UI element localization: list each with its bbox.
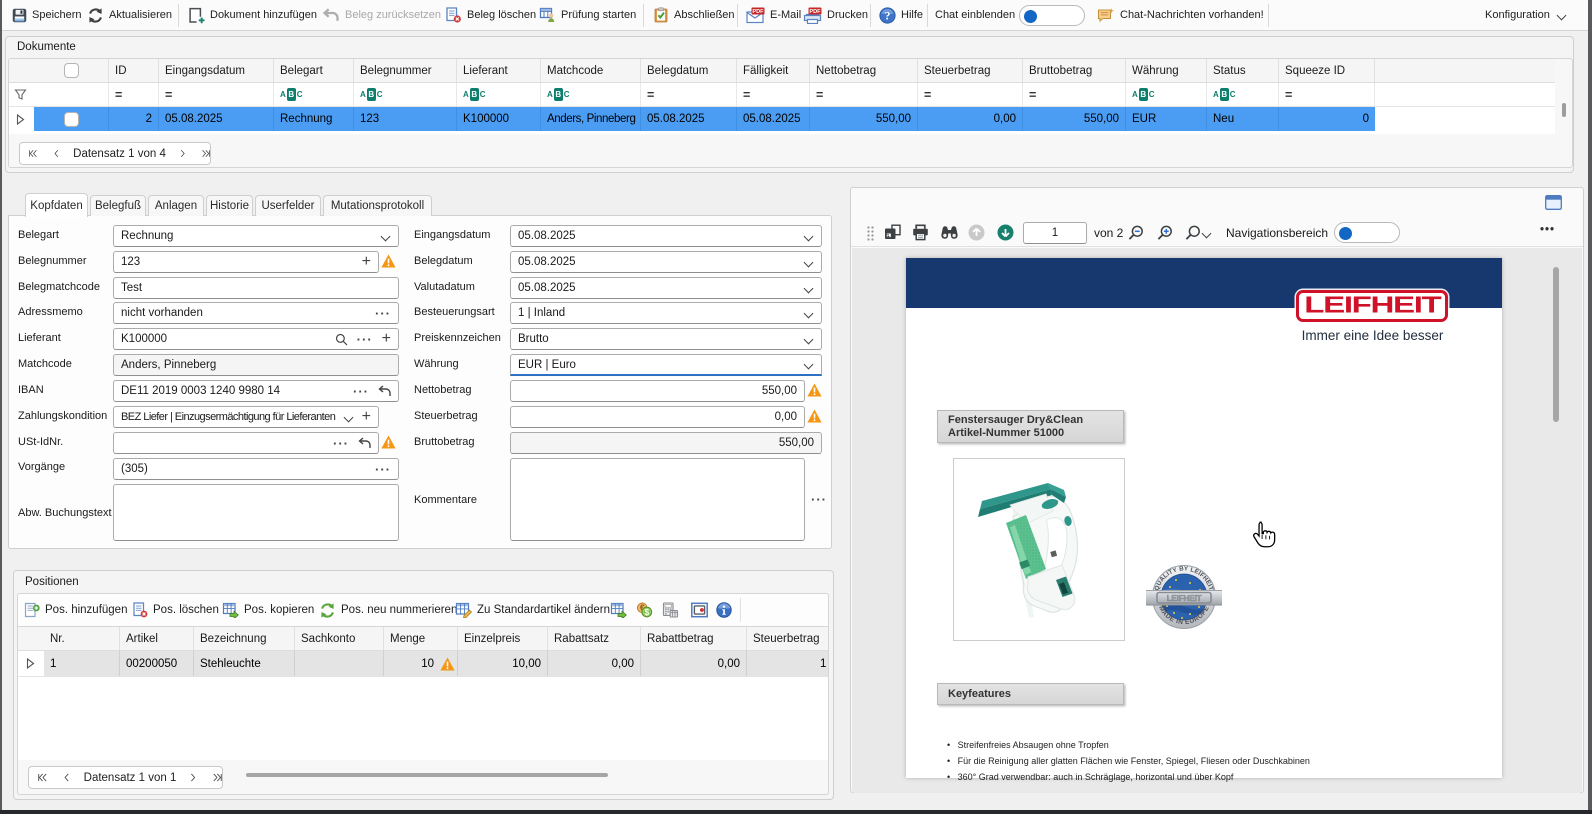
svg-text:$: $ [645,608,650,617]
svg-text:PDF: PDF [752,9,764,15]
svg-text:?: ? [885,10,891,22]
svg-text:LEIFHEIT: LEIFHEIT [1167,594,1202,603]
svg-text:PDF: PDF [809,9,821,15]
